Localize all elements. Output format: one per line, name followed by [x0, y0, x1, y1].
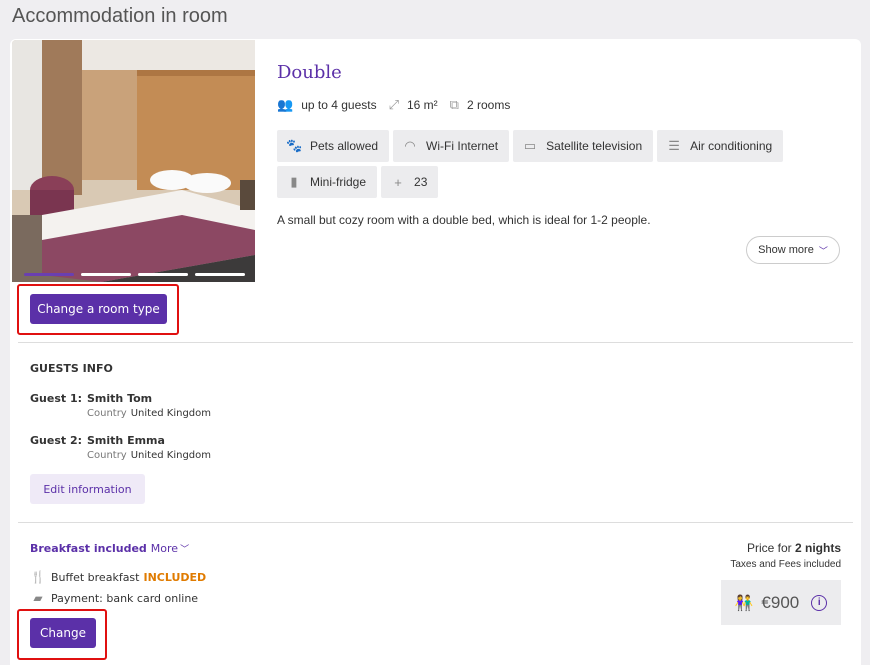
- amenities-list: 🐾 Pets allowed ◠ Wi-Fi Internet ▭ Satell…: [277, 130, 837, 198]
- guest-name: Smith Emma: [87, 434, 165, 447]
- edit-information-button[interactable]: Edit information: [30, 474, 145, 504]
- taxes-note: Taxes and Fees included: [730, 559, 841, 570]
- price-amount: €900: [761, 592, 800, 612]
- room-name: Double: [277, 62, 342, 83]
- plus-icon: +: [394, 174, 402, 190]
- amenity-label: Air conditioning: [690, 139, 773, 153]
- price-label: Price for 2 nights: [747, 541, 841, 555]
- guest-label: Guest 1:: [30, 392, 83, 405]
- country-value: United Kingdom: [130, 408, 211, 419]
- guests-info-title: GUESTS INFO: [30, 362, 113, 375]
- meal-title: Breakfast included: [30, 542, 147, 555]
- resize-icon: ⤢: [388, 97, 399, 112]
- chevron-down-icon: ﹀: [180, 545, 190, 555]
- payment-line: ▰ Payment: bank card online: [30, 591, 198, 605]
- included-badge: INCLUDED: [143, 570, 207, 584]
- amenity-fridge: ▮ Mini-fridge: [277, 166, 378, 198]
- amenity-label: Satellite television: [546, 139, 643, 153]
- divider: [18, 522, 853, 523]
- chevron-down-icon: ﹀: [818, 245, 828, 256]
- room-area: 16 m²: [406, 98, 438, 112]
- amenity-label: Wi-Fi Internet: [426, 139, 499, 153]
- change-meal-button[interactable]: Change: [30, 618, 96, 648]
- price-prefix: Price for: [746, 541, 792, 555]
- rooms-stat: ⧉ 2 rooms: [450, 97, 511, 113]
- tv-icon: ▭: [523, 138, 537, 153]
- slide-dot[interactable]: [138, 273, 188, 276]
- paw-icon: 🐾: [286, 138, 303, 153]
- divider: [18, 342, 853, 343]
- slide-dot[interactable]: [81, 273, 131, 276]
- wifi-icon: ◠: [404, 138, 416, 153]
- room-stats: 👥 up to 4 guests ⤢ 16 m² ⧉ 2 rooms: [277, 97, 522, 113]
- room-description: A small but cozy room with a double bed,…: [277, 213, 651, 227]
- amenity-label: Pets allowed: [310, 139, 379, 153]
- fridge-icon: ▮: [290, 174, 298, 189]
- room-card: Change a room type Double 👥 up to 4 gues…: [10, 39, 861, 665]
- room-photo[interactable]: [12, 40, 255, 282]
- price-box: 👫 €900 i: [721, 580, 841, 625]
- country-label: Country: [87, 450, 127, 461]
- guest-country: Country United Kingdom: [87, 450, 211, 461]
- photo-pagination: [24, 273, 245, 276]
- amenity-label: 23: [414, 175, 428, 189]
- meal-more-link[interactable]: More: [151, 542, 178, 555]
- meal-plan: Breakfast included More ﹀: [30, 542, 189, 555]
- breakfast-line: 🍴 Buffet breakfast INCLUDED: [30, 570, 207, 584]
- amenity-pets: 🐾 Pets allowed: [277, 130, 390, 162]
- guest-name: Smith Tom: [87, 392, 153, 405]
- more-amenities-button[interactable]: + 23: [381, 166, 439, 198]
- amenity-label: Mini-fridge: [310, 175, 367, 189]
- page-title: Accommodation in room: [12, 5, 228, 27]
- rooms-icon: ⧉: [449, 97, 459, 112]
- area-stat: ⤢ 16 m²: [389, 97, 438, 113]
- amenity-tv: ▭ Satellite television: [513, 130, 654, 162]
- amenity-wifi: ◠ Wi-Fi Internet: [393, 130, 510, 162]
- room-photo-image: [12, 40, 255, 282]
- guest-label: Guest 2:: [30, 434, 83, 447]
- show-more-button[interactable]: Show more ﹀: [746, 236, 840, 264]
- slide-dot[interactable]: [24, 273, 74, 276]
- amenity-air-conditioning: ☰ Air conditioning: [657, 130, 784, 162]
- slide-dot[interactable]: [195, 273, 245, 276]
- wallet-icon: ▰: [33, 591, 43, 605]
- country-value: United Kingdom: [130, 450, 211, 461]
- show-more-label: Show more: [758, 244, 814, 256]
- breakfast-label: Buffet breakfast: [51, 570, 140, 584]
- guest-country: Country United Kingdom: [87, 408, 211, 419]
- guests-stat: 👥 up to 4 guests: [277, 97, 377, 113]
- country-label: Country: [87, 408, 127, 419]
- guests-capacity: up to 4 guests: [301, 98, 377, 112]
- rooms-count: 2 rooms: [466, 98, 511, 112]
- persons-icon: 👫: [734, 594, 754, 612]
- change-room-type-button[interactable]: Change a room type: [30, 294, 167, 324]
- people-icon: 👥: [277, 97, 294, 112]
- cutlery-icon: 🍴: [30, 570, 46, 584]
- payment-label: Payment: bank card online: [51, 591, 199, 605]
- info-icon[interactable]: i: [811, 594, 828, 611]
- air-conditioning-icon: ☰: [668, 138, 680, 153]
- price-nights: 2 nights: [794, 541, 841, 555]
